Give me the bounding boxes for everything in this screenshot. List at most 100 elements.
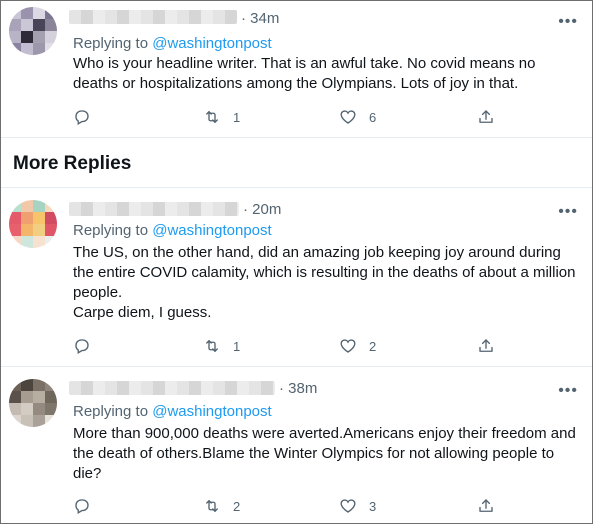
tweet-time[interactable]: · 38m bbox=[279, 380, 317, 397]
replying-to-label: Replying to bbox=[73, 222, 153, 239]
reply-button[interactable] bbox=[73, 496, 91, 516]
share-upload-icon bbox=[477, 108, 495, 126]
replying-to-handle[interactable]: @washingtonpost bbox=[152, 403, 271, 420]
tweet-1[interactable]: · 34m ••• Replying to @washingtonpost Wh… bbox=[1, 1, 592, 137]
tweet-text: The US, on the other hand, did an amazin… bbox=[73, 244, 576, 321]
avatar-pixel bbox=[45, 19, 57, 31]
avatar-pixel bbox=[9, 200, 21, 212]
share-upload-icon bbox=[477, 337, 495, 355]
avatar-pixel bbox=[45, 224, 57, 236]
author-name-redacted[interactable] bbox=[69, 381, 275, 395]
replying-to-label: Replying to bbox=[73, 403, 153, 420]
tweet-2[interactable]: · 20m ••• Replying to @washingtonpost Th… bbox=[1, 188, 592, 366]
share-button[interactable] bbox=[477, 336, 495, 356]
replying-to: Replying to @washingtonpost bbox=[73, 403, 272, 420]
section-title: More Replies bbox=[13, 153, 132, 174]
avatar-pixel bbox=[21, 7, 33, 19]
avatar-pixel bbox=[45, 43, 57, 55]
more-icon[interactable]: ••• bbox=[558, 14, 578, 30]
replying-to-handle[interactable]: @washingtonpost bbox=[152, 35, 271, 52]
share-upload-icon bbox=[477, 497, 495, 515]
avatar-pixel bbox=[45, 212, 57, 224]
avatar-pixel bbox=[33, 31, 45, 43]
share-button[interactable] bbox=[477, 107, 495, 127]
avatar-pixel bbox=[21, 379, 33, 391]
avatar-pixel bbox=[33, 415, 45, 427]
tweet-actions: 16 bbox=[73, 107, 513, 127]
avatar-pixel bbox=[9, 415, 21, 427]
avatar-pixel bbox=[33, 236, 45, 248]
avatar-pixel bbox=[21, 415, 33, 427]
avatar-pixel bbox=[45, 236, 57, 248]
avatar[interactable] bbox=[9, 7, 57, 55]
avatar-pixel bbox=[45, 391, 57, 403]
like-count: 2 bbox=[369, 338, 377, 354]
avatar-pixel bbox=[33, 200, 45, 212]
avatar-pixel bbox=[21, 224, 33, 236]
like-button[interactable]: 6 bbox=[339, 107, 376, 127]
tweet-actions: 12 bbox=[73, 336, 513, 356]
avatar-pixel bbox=[21, 19, 33, 31]
avatar-pixel bbox=[33, 212, 45, 224]
more-icon[interactable]: ••• bbox=[558, 204, 578, 220]
retweet-button[interactable]: 2 bbox=[203, 496, 240, 516]
like-button[interactable]: 2 bbox=[339, 336, 376, 356]
retweet-icon bbox=[203, 108, 221, 126]
speech-bubble-icon bbox=[73, 497, 91, 515]
avatar-pixel bbox=[9, 43, 21, 55]
avatar-pixel bbox=[33, 391, 45, 403]
tweet-3[interactable]: · 38m ••• Replying to @washingtonpost Mo… bbox=[1, 367, 592, 523]
avatar-pixel bbox=[9, 7, 21, 19]
speech-bubble-icon bbox=[73, 337, 91, 355]
avatar[interactable] bbox=[9, 200, 57, 248]
replying-to-label: Replying to bbox=[73, 35, 153, 52]
reply-button[interactable] bbox=[73, 336, 91, 356]
avatar-pixel bbox=[21, 200, 33, 212]
retweet-icon bbox=[203, 337, 221, 355]
avatar-pixel bbox=[21, 236, 33, 248]
author-name-redacted[interactable] bbox=[69, 10, 237, 24]
like-count: 3 bbox=[369, 498, 377, 514]
retweet-icon bbox=[203, 497, 221, 515]
avatar-pixel bbox=[33, 403, 45, 415]
avatar-pixel bbox=[21, 403, 33, 415]
author-name-redacted[interactable] bbox=[69, 202, 239, 216]
avatar-pixel bbox=[9, 379, 21, 391]
avatar-pixel bbox=[45, 7, 57, 19]
avatar-pixel bbox=[45, 200, 57, 212]
avatar-pixel bbox=[9, 224, 21, 236]
avatar-pixel bbox=[45, 379, 57, 391]
like-button[interactable]: 3 bbox=[339, 496, 376, 516]
avatar-pixel bbox=[33, 224, 45, 236]
avatar-pixel bbox=[9, 391, 21, 403]
avatar[interactable] bbox=[9, 379, 57, 427]
avatar-pixel bbox=[21, 391, 33, 403]
avatar-pixel bbox=[9, 19, 21, 31]
tweet-time[interactable]: · 20m bbox=[243, 201, 281, 218]
avatar-pixel bbox=[45, 415, 57, 427]
replying-to: Replying to @washingtonpost bbox=[73, 222, 272, 239]
heart-icon bbox=[339, 108, 357, 126]
avatar-pixel bbox=[33, 379, 45, 391]
heart-icon bbox=[339, 497, 357, 515]
tweet-text: Who is your headline writer. That is an … bbox=[73, 55, 536, 92]
share-button[interactable] bbox=[477, 496, 495, 516]
tweet-text: More than 900,000 deaths were averted.Am… bbox=[73, 425, 576, 482]
retweet-count: 1 bbox=[233, 109, 241, 125]
retweet-button[interactable]: 1 bbox=[203, 107, 240, 127]
avatar-pixel bbox=[9, 236, 21, 248]
tweet-actions: 23 bbox=[73, 496, 513, 516]
avatar-pixel bbox=[33, 43, 45, 55]
avatar-pixel bbox=[45, 403, 57, 415]
retweet-button[interactable]: 1 bbox=[203, 336, 240, 356]
retweet-count: 2 bbox=[233, 498, 241, 514]
divider bbox=[1, 137, 592, 138]
avatar-pixel bbox=[33, 7, 45, 19]
avatar-pixel bbox=[9, 212, 21, 224]
like-count: 6 bbox=[369, 109, 377, 125]
retweet-count: 1 bbox=[233, 338, 241, 354]
replying-to-handle[interactable]: @washingtonpost bbox=[152, 222, 271, 239]
more-icon[interactable]: ••• bbox=[558, 383, 578, 399]
reply-button[interactable] bbox=[73, 107, 91, 127]
tweet-time[interactable]: · 34m bbox=[241, 10, 279, 27]
